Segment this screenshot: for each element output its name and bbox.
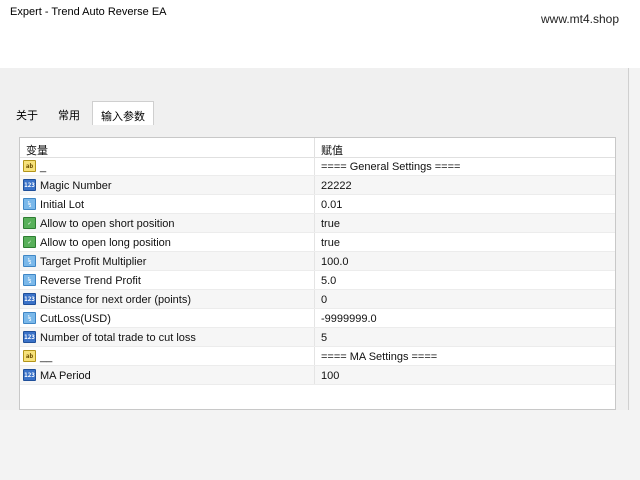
table-row[interactable]: ½ CutLoss(USD) -9999999.0: [20, 309, 615, 328]
table-row[interactable]: 123 Magic Number 22222: [20, 176, 615, 195]
string-type-icon: ab: [23, 160, 36, 172]
ea-properties-dialog: 关于 常用 输入参数 变量 赋值 ab _ ==== General Setti…: [0, 68, 629, 410]
tab-bar: 关于 常用 输入参数: [8, 101, 158, 126]
table-row[interactable]: ✓ Allow to open long position true: [20, 233, 615, 252]
column-divider: [314, 328, 315, 347]
table-row[interactable]: ½ Target Profit Multiplier 100.0: [20, 252, 615, 271]
integer-type-icon: 123: [23, 331, 36, 343]
table-row[interactable]: 123 Number of total trade to cut loss 5: [20, 328, 615, 347]
table-row[interactable]: ab __ ==== MA Settings ====: [20, 347, 615, 366]
param-value[interactable]: ==== MA Settings ====: [321, 351, 437, 363]
window-title: Expert - Trend Auto Reverse EA: [10, 6, 167, 18]
tab-about[interactable]: 关于: [8, 104, 46, 123]
double-type-icon: ½: [23, 312, 36, 324]
column-divider: [314, 157, 315, 176]
column-divider: [314, 347, 315, 366]
param-value[interactable]: true: [321, 218, 340, 230]
watermark-text: www.mt4.shop: [541, 12, 620, 26]
integer-type-icon: 123: [23, 293, 36, 305]
header-separator: [314, 138, 315, 157]
tab-common[interactable]: 常用: [50, 104, 88, 123]
param-name: Reverse Trend Profit: [40, 275, 141, 287]
column-divider: [314, 214, 315, 233]
double-type-icon: ½: [23, 198, 36, 210]
param-name: Target Profit Multiplier: [40, 256, 147, 268]
param-name: CutLoss(USD): [40, 313, 111, 325]
param-value[interactable]: 0.01: [321, 199, 342, 211]
top-band: Expert - Trend Auto Reverse EA www.mt4.s…: [0, 0, 640, 68]
param-value[interactable]: 5: [321, 332, 327, 344]
param-value[interactable]: true: [321, 237, 340, 249]
param-name: _: [40, 161, 47, 173]
header-value[interactable]: 赋值: [321, 142, 343, 158]
string-type-icon: ab: [23, 350, 36, 362]
table-row[interactable]: ab _ ==== General Settings ====: [20, 157, 615, 176]
grid-header: 变量 赋值: [20, 138, 615, 158]
param-value[interactable]: 100.0: [321, 256, 349, 268]
param-name: Distance for next order (points): [40, 294, 192, 306]
inputs-grid: 变量 赋值 ab _ ==== General Settings ==== 12…: [19, 137, 616, 410]
param-value[interactable]: -9999999.0: [321, 313, 377, 325]
table-row[interactable]: 123 MA Period 100: [20, 366, 615, 385]
param-name: Number of total trade to cut loss: [40, 332, 196, 344]
table-row[interactable]: ½ Reverse Trend Profit 5.0: [20, 271, 615, 290]
boolean-type-icon: ✓: [23, 217, 36, 229]
param-value[interactable]: 0: [321, 294, 327, 306]
column-divider: [314, 290, 315, 309]
bottom-band: [0, 410, 640, 480]
column-divider: [314, 366, 315, 385]
param-value[interactable]: 5.0: [321, 275, 336, 287]
double-type-icon: ½: [23, 274, 36, 286]
param-name: MA Period: [40, 370, 91, 382]
column-divider: [314, 233, 315, 252]
param-name: Allow to open long position: [40, 237, 171, 249]
tab-inputs[interactable]: 输入参数: [92, 101, 154, 125]
header-variable[interactable]: 变量: [26, 142, 48, 158]
param-name: Allow to open short position: [40, 218, 175, 230]
column-divider: [314, 271, 315, 290]
integer-type-icon: 123: [23, 179, 36, 191]
param-name: __: [40, 351, 53, 363]
param-value[interactable]: ==== General Settings ====: [321, 161, 460, 173]
table-row[interactable]: 123 Distance for next order (points) 0: [20, 290, 615, 309]
param-value[interactable]: 22222: [321, 180, 352, 192]
table-row[interactable]: ✓ Allow to open short position true: [20, 214, 615, 233]
boolean-type-icon: ✓: [23, 236, 36, 248]
row-divider: [20, 384, 615, 385]
param-name: Initial Lot: [40, 199, 85, 211]
double-type-icon: ½: [23, 255, 36, 267]
column-divider: [314, 176, 315, 195]
param-value[interactable]: 100: [321, 370, 339, 382]
column-divider: [314, 309, 315, 328]
integer-type-icon: 123: [23, 369, 36, 381]
table-row[interactable]: ½ Initial Lot 0.01: [20, 195, 615, 214]
column-divider: [314, 195, 315, 214]
param-name: Magic Number: [40, 180, 112, 192]
column-divider: [314, 252, 315, 271]
